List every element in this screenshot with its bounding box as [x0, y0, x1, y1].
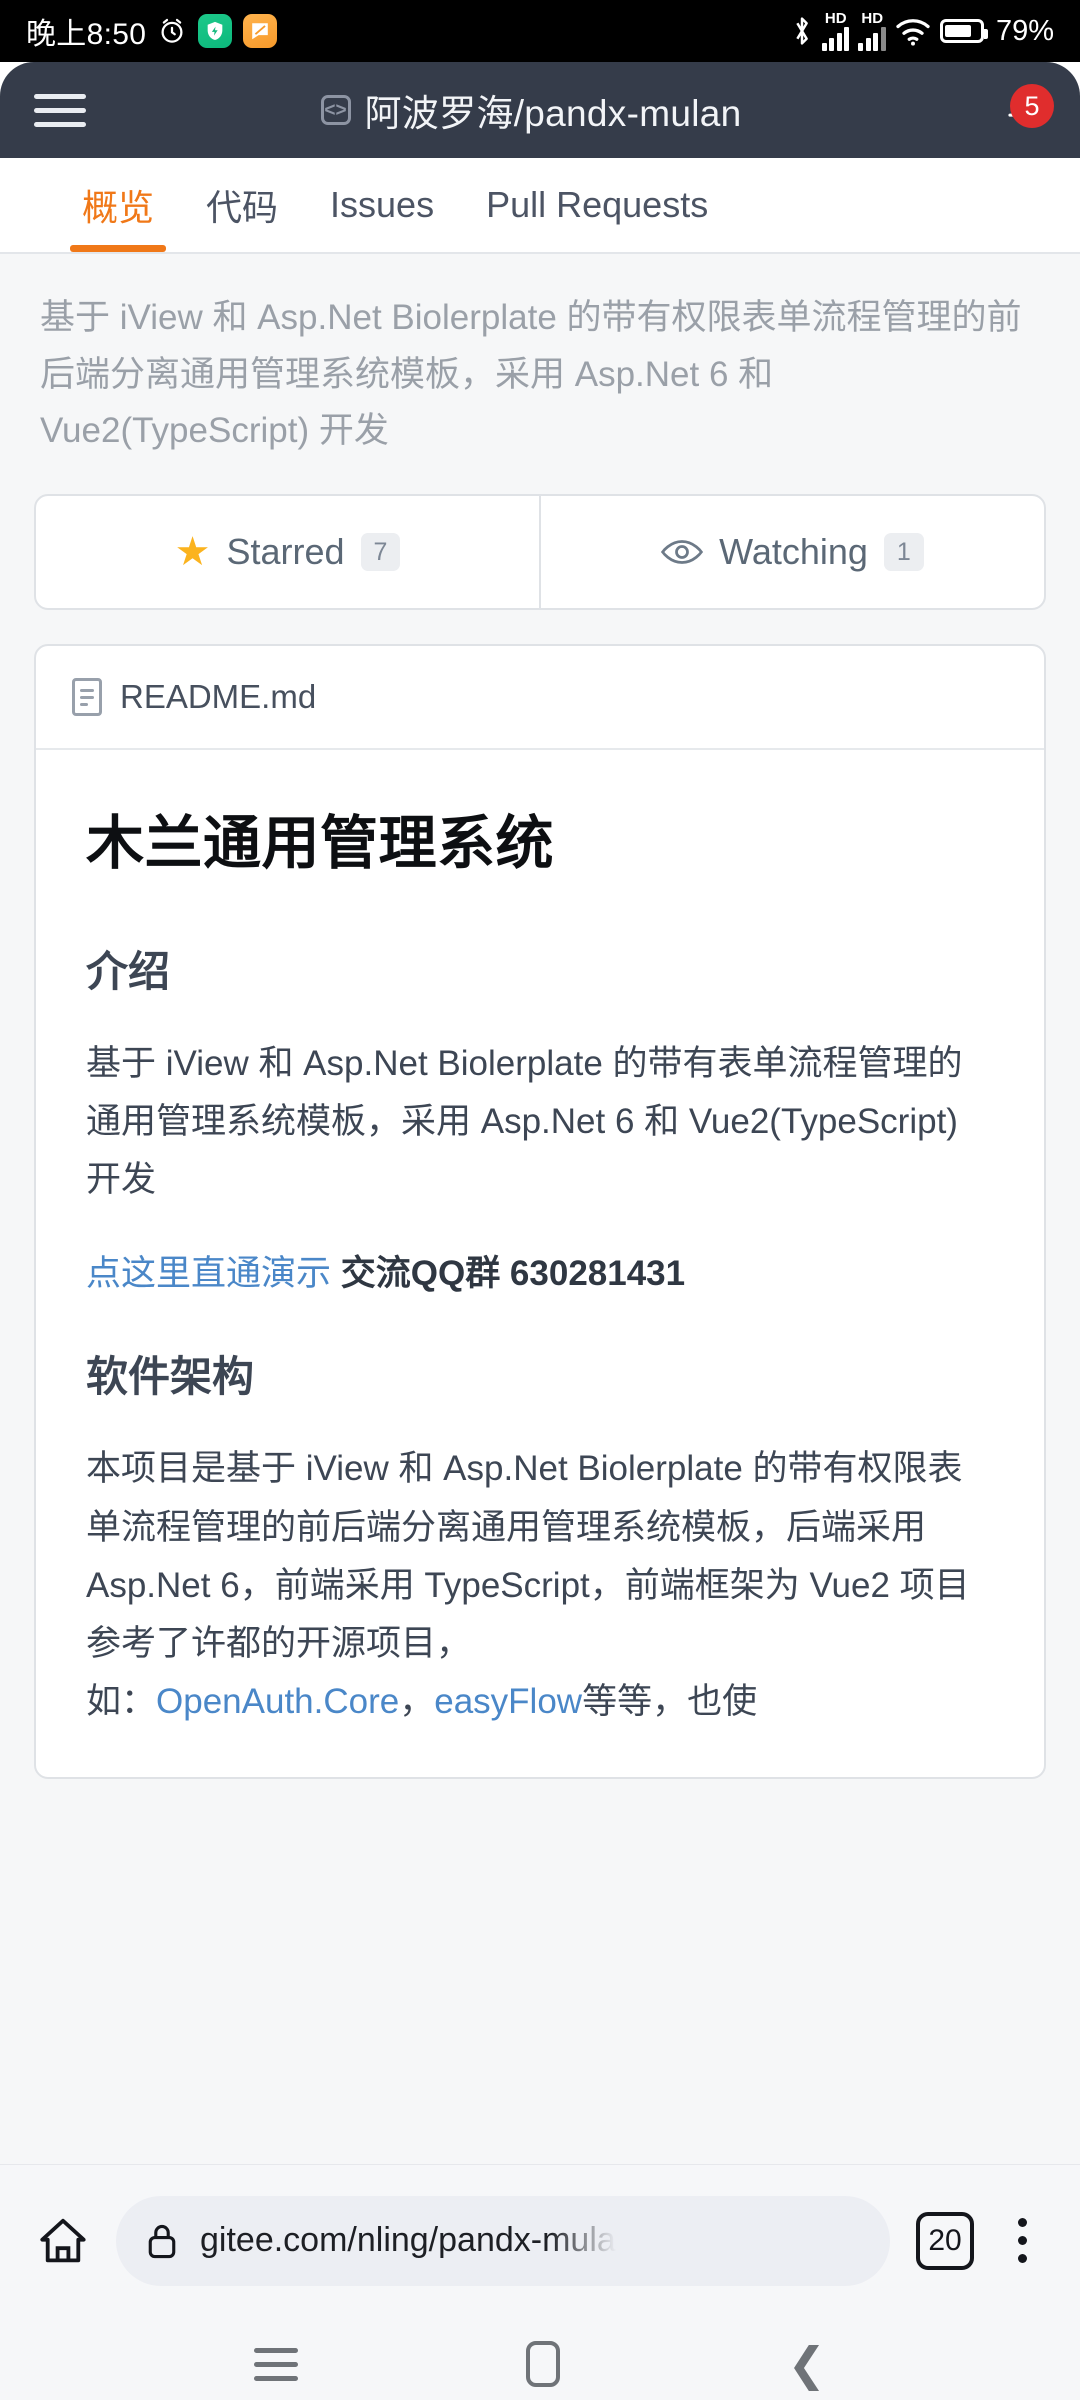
app-header: <> 阿波罗海/pandx-mulan 5: [0, 62, 1080, 158]
arch-tail: 等等，也使: [582, 1681, 758, 1721]
alarm-icon: [161, 18, 183, 43]
tab-pull-requests[interactable]: Pull Requests: [460, 158, 734, 252]
tab-overview-label: 概览: [82, 187, 155, 228]
status-bar-left: 晚上8:50: [26, 9, 278, 53]
home-icon[interactable]: [36, 2214, 90, 2268]
recents-icon[interactable]: [253, 2347, 298, 2381]
document-icon: [72, 678, 102, 717]
tab-code[interactable]: 代码: [180, 158, 304, 252]
shield-bolt-icon: [198, 14, 233, 48]
star-icon: ★: [174, 530, 211, 575]
battery-icon: [939, 19, 988, 43]
battery-percent: 79%: [995, 14, 1054, 47]
page-title: 阿波罗海/pandx-mulan: [364, 93, 742, 134]
signal-bars-1: [821, 27, 850, 51]
watching-label: Watching: [719, 531, 868, 573]
lock-icon: [148, 2224, 176, 2258]
wifi-icon: [896, 19, 930, 46]
tab-pull-requests-label: Pull Requests: [486, 184, 709, 225]
heading-intro: 介绍: [86, 948, 171, 996]
tab-count-button[interactable]: 20: [916, 2211, 974, 2270]
readme-card: README.md 木兰通用管理系统 介绍 基于 iView 和 Asp.Net…: [34, 644, 1046, 1779]
readme-header[interactable]: README.md: [36, 646, 1044, 751]
browser-toolbar: gitee.com/nling/pandx-mula 20: [0, 2164, 1080, 2316]
notification-button[interactable]: 5: [976, 84, 1054, 132]
readme-filename: README.md: [120, 678, 317, 716]
signal-bars-2: [858, 27, 886, 51]
demo-line: 点这里直通演示 交流QQ群 630281431: [86, 1245, 994, 1303]
arch-separator: ，: [399, 1681, 435, 1721]
repo-description: 基于 iView 和 Asp.Net Biolerplate 的带有权限表单流程…: [40, 298, 1022, 451]
arch-prefix: 如：: [86, 1681, 157, 1721]
code-repo-icon: <>: [320, 95, 351, 125]
status-time: 晚上8:50: [26, 18, 147, 51]
bluetooth-icon: [796, 17, 808, 45]
watching-button[interactable]: Watching 1: [539, 496, 1044, 609]
page-content: 基于 iView 和 Asp.Net Biolerplate 的带有权限表单流程…: [0, 254, 1080, 2164]
starred-label: Starred: [226, 531, 345, 573]
starred-count: 7: [360, 533, 401, 572]
qq-group-text: 交流QQ群 630281431: [340, 1254, 686, 1294]
sim2-hd-label: HD: [861, 10, 884, 27]
eye-icon: [661, 540, 704, 564]
tab-issues-label: Issues: [330, 184, 435, 225]
openauth-core-link[interactable]: OpenAuth.Core: [156, 1682, 399, 1721]
readme-body: 木兰通用管理系统 介绍 基于 iView 和 Asp.Net Biolerpla…: [36, 750, 1044, 1777]
sim1-hd-label: HD: [824, 10, 847, 27]
status-bar: 晚上8:50 HD HD 79%: [0, 0, 1080, 62]
tab-overview[interactable]: 概览: [56, 158, 180, 252]
back-chevron-icon[interactable]: ❮: [788, 2341, 827, 2387]
status-bar-right: HD HD 79%: [791, 11, 1054, 51]
architecture-paragraph: 本项目是基于 iView 和 Asp.Net Biolerplate 的带有权限…: [86, 1440, 994, 1730]
tab-code-label: 代码: [206, 187, 279, 228]
heading-architecture: 软件架构: [86, 1353, 255, 1401]
easyflow-link[interactable]: easyFlow: [434, 1682, 582, 1721]
demo-link[interactable]: 点这里直通演示: [86, 1254, 331, 1293]
signal-sim2: HD: [858, 11, 886, 51]
tab-bar: 概览 代码 Issues Pull Requests: [0, 158, 1080, 254]
watching-count: 1: [883, 533, 924, 572]
intro-paragraph: 基于 iView 和 Asp.Net Biolerplate 的带有表单流程管理…: [86, 1044, 963, 1200]
notification-badge: 5: [1010, 84, 1054, 128]
url-bar[interactable]: gitee.com/nling/pandx-mula: [116, 2195, 890, 2286]
kebab-menu-icon[interactable]: [1000, 2212, 1044, 2270]
hamburger-menu-icon[interactable]: [34, 93, 86, 127]
starred-button[interactable]: ★ Starred 7: [36, 496, 539, 608]
readme-title: 木兰通用管理系统: [86, 811, 555, 877]
repo-actions: ★ Starred 7 Watching 1: [34, 494, 1046, 611]
tab-issues[interactable]: Issues: [304, 158, 460, 252]
url-text: gitee.com/nling/pandx-mula: [200, 2221, 616, 2259]
signal-sim1: HD: [821, 10, 850, 51]
repo-title-group[interactable]: <> 阿波罗海/pandx-mulan: [86, 83, 976, 137]
nav-home-icon[interactable]: [525, 2341, 560, 2387]
android-nav-bar: ❮: [0, 2316, 1080, 2400]
message-icon: [243, 14, 278, 48]
architecture-text: 本项目是基于 iView 和 Asp.Net Biolerplate 的带有权限…: [86, 1449, 970, 1663]
